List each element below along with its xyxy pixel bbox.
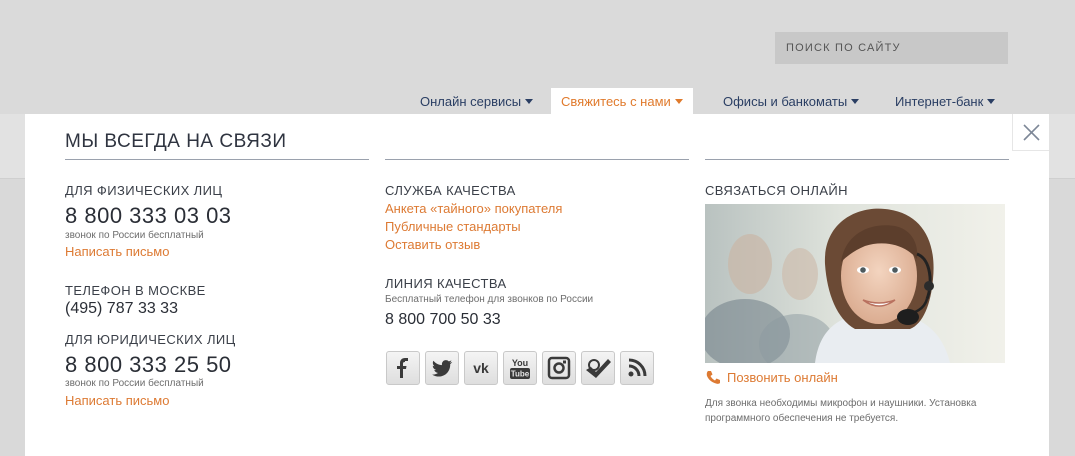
caret-down-icon xyxy=(987,99,996,104)
facebook-button[interactable] xyxy=(386,351,420,385)
instagram-button[interactable] xyxy=(542,351,576,385)
twitter-icon xyxy=(432,360,453,377)
caret-down-icon xyxy=(674,99,683,104)
vk-button[interactable]: vk xyxy=(464,351,498,385)
youtube-button[interactable]: You Tube xyxy=(503,351,537,385)
instagram-icon xyxy=(547,356,571,380)
mystery-shopper-link[interactable]: Анкета «тайного» покупателя xyxy=(385,201,562,216)
leave-feedback-link[interactable]: Оставить отзыв xyxy=(385,237,480,252)
nav-label: Свяжитесь с нами xyxy=(561,94,671,109)
public-standards-link[interactable]: Публичные стандарты xyxy=(385,219,521,234)
nav-online-services[interactable]: Онлайн сервисы xyxy=(420,88,534,114)
legal-label: ДЛЯ ЮРИДИЧЕСКИХ ЛИЦ xyxy=(65,332,236,347)
facebook-icon xyxy=(397,358,408,378)
moscow-phone[interactable]: (495) 787 33 33 xyxy=(65,300,178,318)
panel-title: МЫ ВСЕГДА НА СВЯЗИ xyxy=(65,131,287,152)
foursquare-button[interactable] xyxy=(581,351,615,385)
search-input[interactable]: ПОИСК ПО САЙТУ xyxy=(775,32,1008,64)
rss-button[interactable] xyxy=(620,351,654,385)
divider xyxy=(705,159,1009,160)
phone-icon xyxy=(705,370,721,386)
individuals-note: звонок по России бесплатный xyxy=(65,230,204,241)
online-note-line1: Для звонка необходимы микрофон и наушник… xyxy=(705,398,977,409)
nav-label: Онлайн сервисы xyxy=(420,94,522,109)
vk-icon: vk xyxy=(473,360,489,376)
svg-text:You: You xyxy=(512,358,528,368)
quality-line-label: ЛИНИЯ КАЧЕСТВА xyxy=(385,276,507,291)
online-label: СВЯЗАТЬСЯ ОНЛАЙН xyxy=(705,183,848,198)
caret-down-icon xyxy=(851,99,860,104)
quality-service-label: СЛУЖБА КАЧЕСТВА xyxy=(385,183,516,198)
legal-note: звонок по России бесплатный xyxy=(65,378,204,389)
rss-icon xyxy=(628,358,647,377)
moscow-label: ТЕЛЕФОН В МОСКВЕ xyxy=(65,283,206,298)
online-note-line2: программного обеспечения не требуется. xyxy=(705,413,899,424)
call-online-link[interactable]: Позвонить онлайн xyxy=(727,370,838,385)
quality-line-phone[interactable]: 8 800 700 50 33 xyxy=(385,311,501,329)
divider xyxy=(65,159,369,160)
twitter-button[interactable] xyxy=(425,351,459,385)
nav-internet-bank[interactable]: Интернет-банк xyxy=(895,88,996,114)
foursquare-icon xyxy=(586,359,611,378)
svg-text:vk: vk xyxy=(473,360,489,376)
individuals-write-link[interactable]: Написать письмо xyxy=(65,244,169,259)
legal-write-link[interactable]: Написать письмо xyxy=(65,393,169,408)
caret-down-icon xyxy=(525,99,534,104)
nav-offices-atms[interactable]: Офисы и банкоматы xyxy=(723,88,860,114)
quality-line-note: Бесплатный телефон для звонков по России xyxy=(385,294,594,305)
youtube-icon: You Tube xyxy=(510,358,530,379)
legal-phone[interactable]: 8 800 333 25 50 xyxy=(65,352,232,378)
call-center-photo xyxy=(705,204,1005,363)
divider xyxy=(385,159,689,160)
individuals-label: ДЛЯ ФИЗИЧЕСКИХ ЛИЦ xyxy=(65,183,223,198)
individuals-phone[interactable]: 8 800 333 03 03 xyxy=(65,203,232,229)
close-button[interactable] xyxy=(1012,114,1049,151)
svg-text:Tube: Tube xyxy=(511,370,530,379)
nav-contact-us[interactable]: Свяжитесь с нами xyxy=(551,88,693,114)
nav-label: Интернет-банк xyxy=(895,94,984,109)
nav-label: Офисы и банкоматы xyxy=(723,94,848,109)
close-icon xyxy=(1023,124,1040,141)
